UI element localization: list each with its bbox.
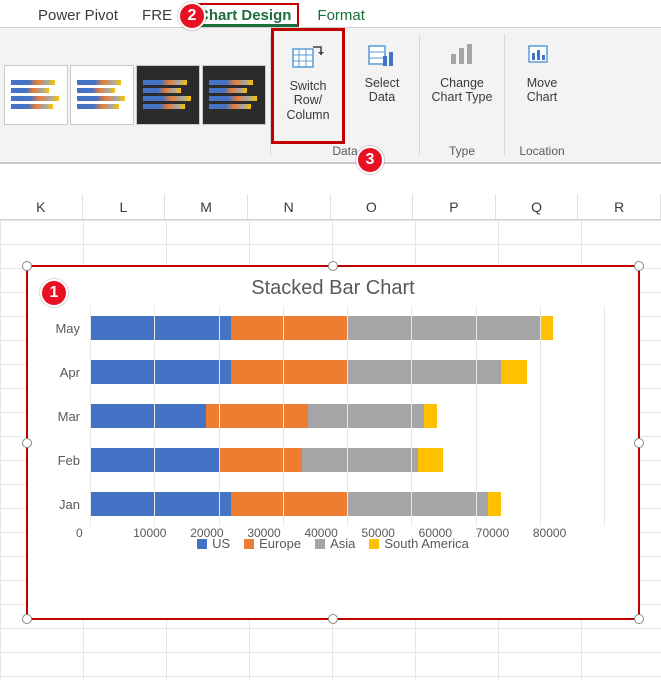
- chart-style-thumb[interactable]: [70, 65, 134, 125]
- chart-bar-row: Jan: [28, 482, 604, 526]
- chart-bar-segment: [347, 492, 488, 516]
- group-label-type: Type: [420, 144, 504, 162]
- chart-bar-segment: [308, 404, 424, 428]
- chart-bar-row: May: [28, 306, 604, 350]
- chart-bar[interactable]: [90, 316, 604, 340]
- button-label: Move Chart: [527, 76, 558, 105]
- col-head[interactable]: Q: [496, 194, 579, 219]
- chart-bar-segment: [302, 448, 418, 472]
- group-label-data: Data: [271, 144, 419, 162]
- x-tick-label: 40000: [304, 526, 337, 540]
- chart-bar-row: Apr: [28, 350, 604, 394]
- ribbon-tabs: Power Pivot FRE Chart Design Format: [0, 0, 661, 28]
- chart-bar-row: Feb: [28, 438, 604, 482]
- chart-bar-segment: [231, 360, 347, 384]
- group-label-location: Location: [505, 144, 579, 162]
- chart-bar-segment: [347, 316, 540, 340]
- col-head[interactable]: R: [578, 194, 661, 219]
- tab-power-pivot[interactable]: Power Pivot: [32, 5, 124, 27]
- col-head[interactable]: O: [331, 194, 414, 219]
- resize-handle[interactable]: [328, 614, 338, 624]
- x-tick-label: 50000: [362, 526, 395, 540]
- chart-bar-segment: [90, 316, 231, 340]
- legend-swatch-icon: [315, 539, 325, 549]
- chart-styles-gallery[interactable]: [0, 28, 270, 162]
- legend-swatch-icon: [197, 539, 207, 549]
- x-tick-label: 60000: [419, 526, 452, 540]
- chart-bar-segment: [540, 316, 553, 340]
- step-badge-2: 2: [178, 2, 206, 30]
- chart-bar-segment: [347, 360, 501, 384]
- change-chart-type-icon: [445, 38, 479, 72]
- chart-bar-row: Mar: [28, 394, 604, 438]
- ribbon-group-type: Change Chart Type Type: [420, 28, 504, 162]
- chart-bar-segment: [231, 492, 347, 516]
- chart-bar[interactable]: [90, 360, 604, 384]
- switch-row-column-button[interactable]: Switch Row/ Column: [271, 28, 345, 144]
- chart-bar-segment: [90, 404, 206, 428]
- tab-free[interactable]: FRE: [136, 5, 178, 27]
- chart-style-thumb[interactable]: [4, 65, 68, 125]
- chart-bar-segment: [219, 448, 303, 472]
- ribbon-group-location: Move Chart Location: [505, 28, 579, 162]
- chart-bar-segment: [90, 492, 231, 516]
- tab-chart-design[interactable]: Chart Design: [190, 3, 299, 27]
- x-tick-label: 30000: [247, 526, 280, 540]
- chart-bar[interactable]: [90, 404, 604, 428]
- col-head[interactable]: N: [248, 194, 331, 219]
- switch-row-column-icon: [291, 41, 325, 75]
- button-label: Switch Row/ Column: [274, 79, 342, 122]
- tab-format[interactable]: Format: [311, 5, 371, 27]
- step-badge-1: 1: [40, 279, 68, 307]
- chart-category-label: Mar: [28, 409, 90, 424]
- col-head[interactable]: M: [165, 194, 248, 219]
- chart-bar-segment: [488, 492, 501, 516]
- chart-bar-segment: [231, 316, 347, 340]
- button-label: Select Data: [365, 76, 400, 105]
- legend-swatch-icon: [244, 539, 254, 549]
- col-head[interactable]: P: [413, 194, 496, 219]
- chart-bar-segment: [206, 404, 309, 428]
- legend-swatch-icon: [369, 539, 379, 549]
- chart-bar-segment: [424, 404, 437, 428]
- step-badge-3: 3: [356, 146, 384, 174]
- col-head[interactable]: L: [83, 194, 166, 219]
- ribbon-group-data: Switch Row/ Column Select Data Data: [271, 28, 419, 162]
- chart-bar-segment: [90, 448, 219, 472]
- chart-category-label: Feb: [28, 453, 90, 468]
- chart-bar-segment: [90, 360, 231, 384]
- chart-category-label: Jan: [28, 497, 90, 512]
- chart-bar[interactable]: [90, 448, 604, 472]
- chart-object[interactable]: 1 Stacked Bar Chart May Apr Mar Feb Jan 0 100…: [26, 265, 640, 620]
- worksheet-area[interactable]: [0, 164, 661, 194]
- chart-style-thumb[interactable]: [136, 65, 200, 125]
- col-head[interactable]: K: [0, 194, 83, 219]
- move-chart-icon: [525, 38, 559, 72]
- x-tick-label: 80000: [533, 526, 566, 540]
- x-tick-label: 10000: [133, 526, 166, 540]
- chart-plot-area[interactable]: May Apr Mar Feb Jan: [28, 306, 638, 526]
- chart-style-thumb[interactable]: [202, 65, 266, 125]
- ribbon-body: Switch Row/ Column Select Data Data: [0, 28, 661, 164]
- move-chart-button[interactable]: Move Chart: [505, 28, 579, 144]
- select-data-button[interactable]: Select Data: [345, 28, 419, 144]
- x-tick-label: 20000: [190, 526, 223, 540]
- chart-bar[interactable]: [90, 492, 604, 516]
- resize-handle[interactable]: [22, 261, 32, 271]
- chart-category-label: May: [28, 321, 90, 336]
- resize-handle[interactable]: [634, 261, 644, 271]
- column-headers: K L M N O P Q R: [0, 194, 661, 220]
- resize-handle[interactable]: [328, 261, 338, 271]
- change-chart-type-button[interactable]: Change Chart Type: [420, 28, 504, 144]
- resize-handle[interactable]: [22, 614, 32, 624]
- chart-category-label: Apr: [28, 365, 90, 380]
- button-label: Change Chart Type: [432, 76, 493, 105]
- x-tick-label: 0: [76, 526, 83, 540]
- resize-handle[interactable]: [634, 614, 644, 624]
- select-data-icon: [365, 38, 399, 72]
- chart-title[interactable]: Stacked Bar Chart: [28, 267, 638, 306]
- x-tick-label: 70000: [476, 526, 509, 540]
- chart-bar-segment: [501, 360, 527, 384]
- chart-bar-segment: [418, 448, 444, 472]
